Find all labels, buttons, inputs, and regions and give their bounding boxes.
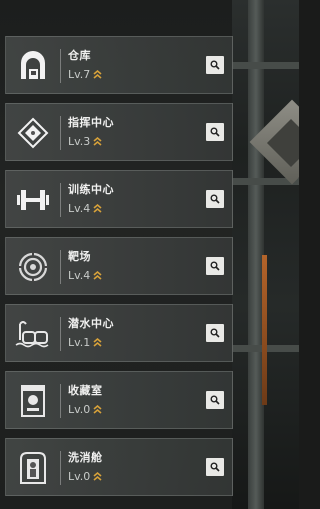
upgrade-arrow-icon bbox=[93, 136, 102, 146]
facility-name: 潜水中心 bbox=[68, 317, 114, 330]
inspect-button[interactable] bbox=[206, 458, 224, 476]
search-icon bbox=[210, 462, 220, 472]
upgrade-arrow-icon bbox=[93, 69, 102, 79]
inspect-button[interactable] bbox=[206, 391, 224, 409]
facility-list: 仓库 Lv.7 指挥中心 Lv.3 训练中心 Lv.4 靶场 Lv.4 潜水中心… bbox=[5, 36, 233, 505]
search-icon bbox=[210, 127, 220, 137]
search-icon bbox=[210, 261, 220, 271]
facility-level: Lv.1 bbox=[68, 336, 91, 349]
facility-name: 训练中心 bbox=[68, 183, 114, 196]
facility-card-diving-center[interactable]: 潜水中心 Lv.1 bbox=[5, 304, 233, 362]
facility-level: Lv.3 bbox=[68, 135, 91, 148]
facility-name: 收藏室 bbox=[68, 384, 103, 397]
facility-card-warehouse[interactable]: 仓库 Lv.7 bbox=[5, 36, 233, 94]
command-center-icon bbox=[13, 113, 53, 153]
facility-level: Lv.4 bbox=[68, 202, 91, 215]
facility-card-training-center[interactable]: 训练中心 Lv.4 bbox=[5, 170, 233, 228]
facility-name: 洗消舱 bbox=[68, 451, 103, 464]
facility-level: Lv.0 bbox=[68, 470, 91, 483]
decontamination-pod-icon bbox=[13, 448, 53, 488]
upgrade-arrow-icon bbox=[93, 404, 102, 414]
upgrade-arrow-icon bbox=[93, 337, 102, 347]
facility-card-collection-room[interactable]: 收藏室 Lv.0 bbox=[5, 371, 233, 429]
upgrade-arrow-icon bbox=[93, 270, 102, 280]
inspect-button[interactable] bbox=[206, 257, 224, 275]
facility-name: 仓库 bbox=[68, 49, 91, 62]
target-icon bbox=[13, 247, 53, 287]
inspect-button[interactable] bbox=[206, 190, 224, 208]
collection-case-icon bbox=[13, 381, 53, 421]
facility-card-command-center[interactable]: 指挥中心 Lv.3 bbox=[5, 103, 233, 161]
search-icon bbox=[210, 395, 220, 405]
facility-level: Lv.7 bbox=[68, 68, 91, 81]
dumbbell-icon bbox=[13, 180, 53, 220]
facility-card-decontamination-pod[interactable]: 洗消舱 Lv.0 bbox=[5, 438, 233, 496]
warehouse-icon bbox=[13, 46, 53, 86]
upgrade-arrow-icon bbox=[93, 203, 102, 213]
inspect-button[interactable] bbox=[206, 56, 224, 74]
diving-mask-icon bbox=[13, 314, 53, 354]
facility-level: Lv.4 bbox=[68, 269, 91, 282]
search-icon bbox=[210, 60, 220, 70]
facility-level: Lv.0 bbox=[68, 403, 91, 416]
facility-name: 靶场 bbox=[68, 250, 91, 263]
inspect-button[interactable] bbox=[206, 324, 224, 342]
search-icon bbox=[210, 328, 220, 338]
search-icon bbox=[210, 194, 220, 204]
upgrade-arrow-icon bbox=[93, 471, 102, 481]
facility-card-shooting-range[interactable]: 靶场 Lv.4 bbox=[5, 237, 233, 295]
facility-name: 指挥中心 bbox=[68, 116, 114, 129]
inspect-button[interactable] bbox=[206, 123, 224, 141]
